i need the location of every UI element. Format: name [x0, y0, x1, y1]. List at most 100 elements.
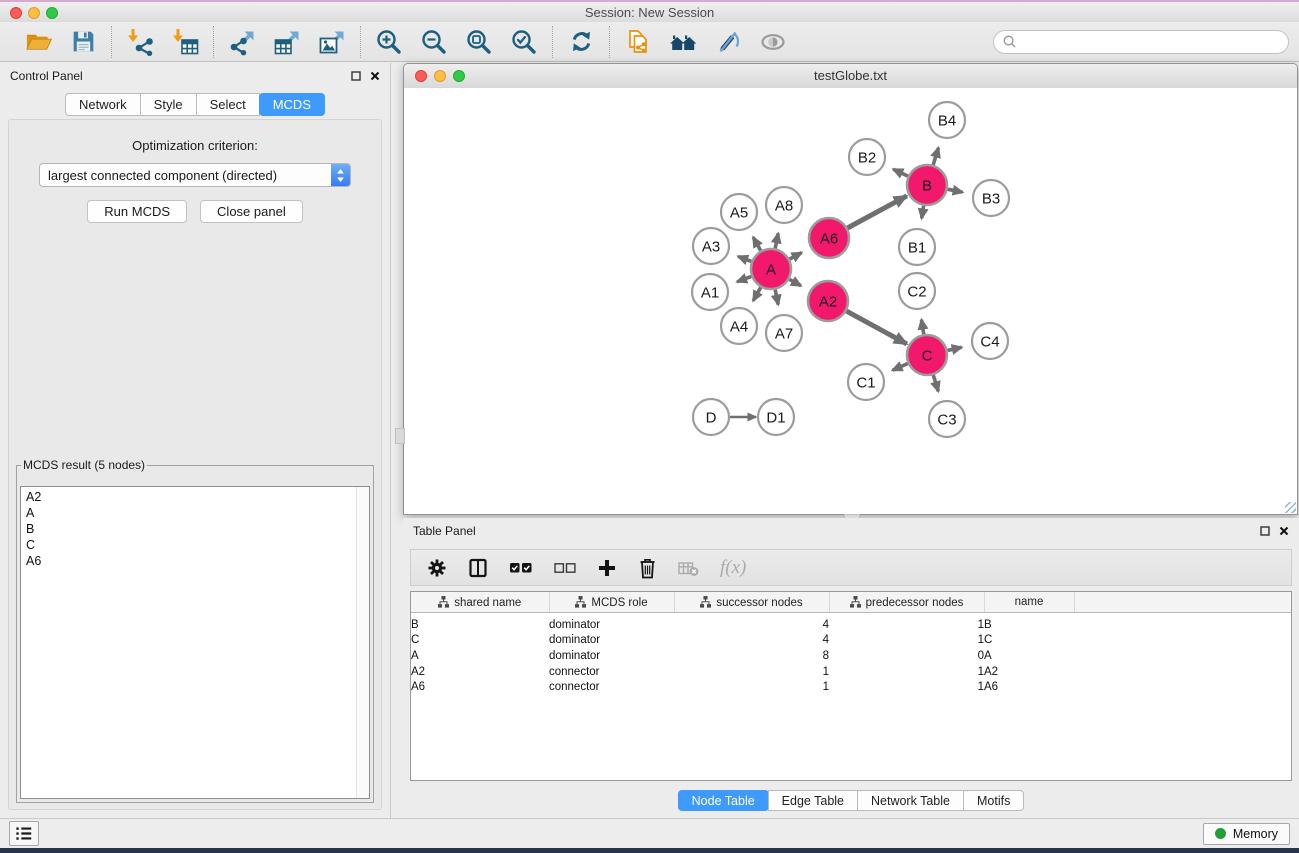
node-B4[interactable]: B4	[929, 102, 965, 138]
node-D1[interactable]: D1	[758, 399, 794, 435]
network-graph[interactable]: B4B2BB3A8A5A6A3B1AC2A1A2A4A7C4CC1DD1C3	[404, 88, 1297, 514]
splitter-grip[interactable]	[395, 428, 405, 444]
table-cell[interactable]: connector	[549, 664, 674, 680]
close-panel-icon[interactable]	[1279, 526, 1289, 536]
tab-style[interactable]: Style	[140, 93, 197, 116]
table-cell[interactable]: 1	[829, 633, 984, 649]
table-row[interactable]: Bdominator41B	[411, 613, 1291, 633]
edge-A-A2[interactable]	[789, 279, 801, 286]
tab-mcds[interactable]: MCDS	[259, 93, 325, 116]
houses-button[interactable]	[668, 27, 698, 57]
mcds-result-item[interactable]: A6	[26, 553, 364, 569]
node-A2[interactable]: A2	[808, 281, 848, 321]
node-A6[interactable]: A6	[809, 218, 849, 258]
optimization-select[interactable]: largest connected component (directed)	[39, 163, 351, 187]
table-cell[interactable]: B	[984, 613, 1074, 633]
export-network-button[interactable]	[227, 27, 257, 57]
create-column-button[interactable]	[597, 555, 617, 581]
export-image-button[interactable]	[317, 27, 347, 57]
node-B2[interactable]: B2	[849, 139, 885, 175]
tab-select[interactable]: Select	[196, 93, 260, 116]
mcds-result-item[interactable]: C	[26, 537, 364, 553]
edge-A-A4[interactable]	[753, 287, 761, 300]
float-panel-icon[interactable]	[1260, 526, 1270, 536]
tab-network[interactable]: Network	[65, 93, 141, 116]
refresh-button[interactable]	[566, 27, 596, 57]
node-B[interactable]: B	[907, 165, 947, 205]
search-box[interactable]	[993, 30, 1289, 54]
edge-B-B3[interactable]	[948, 189, 963, 192]
edge-A6-B[interactable]	[847, 196, 906, 228]
column-header-mcds-role[interactable]: MCDS role	[549, 592, 674, 613]
table-cell[interactable]: B	[411, 613, 549, 633]
clone-network-button[interactable]	[623, 27, 653, 57]
table-cell[interactable]: A6	[984, 679, 1074, 695]
table-cell[interactable]: 1	[829, 613, 984, 633]
select-all-columns-button[interactable]	[509, 555, 533, 581]
task-history-button[interactable]	[9, 821, 39, 846]
node-C3[interactable]: C3	[929, 401, 965, 437]
node-A7[interactable]: A7	[766, 315, 802, 351]
node-C1[interactable]: C1	[848, 364, 884, 400]
mcds-result-item[interactable]: A2	[26, 489, 364, 505]
node-C4[interactable]: C4	[972, 323, 1008, 359]
node-A8[interactable]: A8	[766, 187, 802, 223]
table-cell[interactable]: A	[411, 648, 549, 664]
table-cell[interactable]: 1	[674, 679, 829, 695]
table-row[interactable]: A2connector11A2	[411, 664, 1291, 680]
table-options-button[interactable]	[427, 555, 447, 581]
edge-A-A5[interactable]	[753, 237, 761, 250]
mcds-result-item[interactable]: A	[26, 505, 364, 521]
table-cell[interactable]: 1	[829, 664, 984, 680]
zoom-selected-button[interactable]	[509, 27, 539, 57]
node-A3[interactable]: A3	[693, 228, 729, 264]
table-cell[interactable]: C	[411, 633, 549, 649]
close-panel-button[interactable]: Close panel	[200, 200, 303, 223]
run-mcds-button[interactable]: Run MCDS	[87, 200, 187, 223]
node-A1[interactable]: A1	[692, 274, 728, 310]
import-table-button[interactable]	[170, 27, 200, 57]
tab-network-table[interactable]: Network Table	[857, 790, 964, 811]
zoom-in-button[interactable]	[374, 27, 404, 57]
import-network-button[interactable]	[125, 27, 155, 57]
edge-A2-C[interactable]	[846, 311, 906, 344]
table-row[interactable]: Cdominator41C	[411, 633, 1291, 649]
open-file-button[interactable]	[23, 27, 53, 57]
table-cell[interactable]: dominator	[549, 613, 674, 633]
network-window-titlebar[interactable]: testGlobe.txt	[404, 64, 1297, 89]
node-B3[interactable]: B3	[973, 180, 1009, 216]
network-canvas[interactable]: B4B2BB3A8A5A6A3B1AC2A1A2A4A7C4CC1DD1C3	[404, 88, 1297, 514]
table-cell[interactable]: 1	[829, 679, 984, 695]
edge-B-B2[interactable]	[893, 169, 908, 176]
zoom-fit-button[interactable]	[464, 27, 494, 57]
scrollbar[interactable]	[356, 487, 369, 798]
node-D[interactable]: D	[693, 399, 729, 435]
table-cell[interactable]: dominator	[549, 633, 674, 649]
unselect-all-columns-button[interactable]	[554, 555, 576, 581]
node-A[interactable]: A	[751, 249, 791, 289]
table-cell[interactable]: 1	[674, 664, 829, 680]
edge-C-C1[interactable]	[893, 363, 908, 370]
edge-A-A7[interactable]	[775, 290, 778, 305]
edge-B-B1[interactable]	[922, 206, 924, 219]
edge-A-A1[interactable]	[737, 276, 751, 281]
table-cell[interactable]: connector	[549, 679, 674, 695]
edge-C-C2[interactable]	[921, 320, 923, 335]
table-cell[interactable]: A2	[984, 664, 1074, 680]
show-details-button[interactable]	[758, 27, 788, 57]
tab-motifs[interactable]: Motifs	[963, 790, 1024, 811]
table-cell[interactable]: 8	[674, 648, 829, 664]
table-cell[interactable]: 0	[829, 648, 984, 664]
node-B1[interactable]: B1	[899, 229, 935, 265]
window-resize-handle[interactable]	[1285, 502, 1296, 513]
edge-C-C3[interactable]	[933, 375, 938, 391]
edge-C-C4[interactable]	[947, 347, 961, 350]
column-header-successor-nodes[interactable]: successor nodes	[674, 592, 829, 613]
edge-A-A3[interactable]	[738, 256, 751, 261]
search-input[interactable]	[1021, 34, 1280, 50]
column-header-predecessor-nodes[interactable]: predecessor nodes	[829, 592, 984, 613]
node-A5[interactable]: A5	[721, 194, 757, 230]
delete-table-button[interactable]	[678, 555, 699, 581]
edge-A-A6[interactable]	[790, 253, 802, 259]
table-row[interactable]: Adominator80A	[411, 648, 1291, 664]
